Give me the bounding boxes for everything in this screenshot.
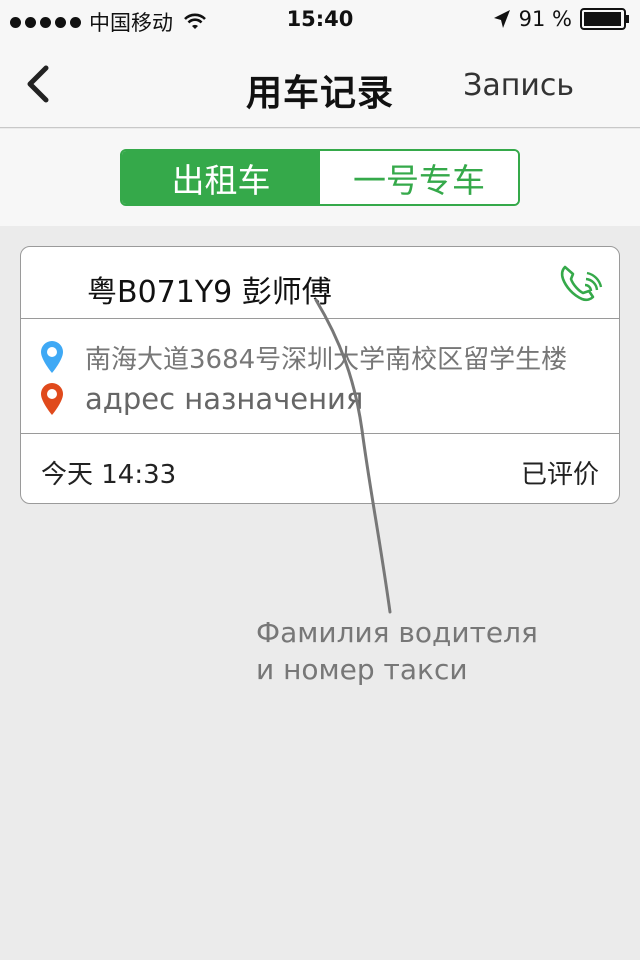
card-header: 粤B071Y9 彭师傅 (21, 247, 619, 319)
battery-percent: 91 % (518, 7, 572, 31)
ride-record-card[interactable]: 粤B071Y9 彭师傅 南海大道3684号深圳大学南校区留学生楼 адрес н… (20, 246, 620, 504)
location-arrow-icon (493, 10, 510, 28)
segment-taxi[interactable]: 出租车 (122, 151, 320, 204)
annotation-line-1: Фамилия водителя (256, 616, 538, 649)
segment-premium-car[interactable]: 一号专车 (320, 151, 518, 204)
annotation-line-2: и номер такси (256, 653, 468, 686)
battery-icon (580, 8, 629, 30)
nav-bar: 用车记录 Запись (0, 40, 640, 128)
ride-type-segment: 出租车 一号专车 (120, 149, 520, 206)
annotation-text: Фамилия водителя и номер такси (256, 614, 538, 688)
destination-row: адрес назначения (21, 379, 619, 419)
destination-address: адрес назначения (85, 382, 364, 416)
status-bar: 中国移动 15:40 91 % (0, 0, 640, 40)
driver-info: 粤B071Y9 彭师傅 (87, 275, 332, 310)
rating-status: 已评价 (520, 460, 599, 490)
phone-icon[interactable] (555, 259, 603, 307)
card-footer: 今天 14:33 已评价 (21, 433, 619, 505)
pickup-address: 南海大道3684号深圳大学南校区留学生楼 (85, 344, 568, 375)
pickup-pin-icon (41, 341, 63, 373)
trip-time: 今天 14:33 (41, 460, 177, 490)
pickup-row: 南海大道3684号深圳大学南校区留学生楼 (21, 337, 619, 377)
segment-area: 出租车 一号专车 (0, 129, 640, 226)
status-right: 91 % (493, 7, 630, 31)
nav-right-label[interactable]: Запись (463, 68, 574, 103)
destination-pin-icon (41, 383, 63, 415)
